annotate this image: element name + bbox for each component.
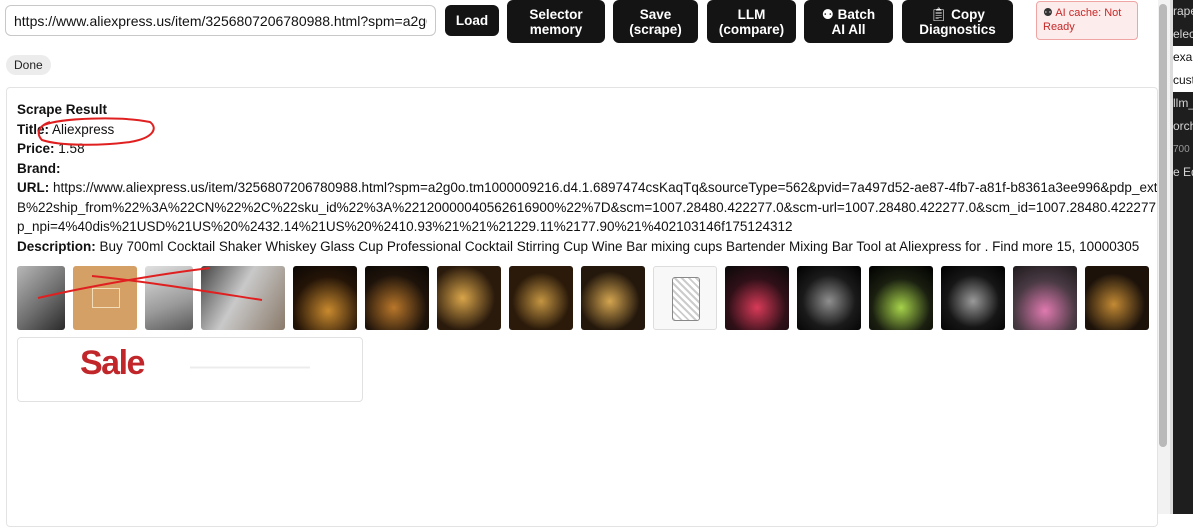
price-value: 1.58 <box>58 141 85 156</box>
batch-ai-all-button[interactable]: ⚉ Batch AI All <box>804 0 893 43</box>
product-thumbnail[interactable] <box>653 266 717 330</box>
side-panel-line: llm_a <box>1173 96 1193 110</box>
side-panel-line: orch <box>1173 119 1193 133</box>
batch-label-1: ⚉ Batch <box>822 7 875 22</box>
product-thumbnail[interactable] <box>725 266 789 330</box>
description-row: Description: Buy 700ml Cocktail Shaker W… <box>17 237 1157 257</box>
batch-label-2: AI All <box>831 21 866 37</box>
side-panel-line: custo <box>1173 69 1193 92</box>
url-input[interactable] <box>5 5 436 36</box>
sale-text: Sale <box>80 344 145 382</box>
product-thumbnail[interactable] <box>365 266 429 330</box>
description-label: Description: <box>17 238 96 254</box>
side-panel-line: elect <box>1173 27 1193 41</box>
selector-memory-label-1: Selector <box>529 6 583 22</box>
product-thumbnail[interactable] <box>201 266 285 330</box>
ai-cache-text: AI cache: Not Ready <box>1043 7 1122 33</box>
robot-icon: ⚉ <box>1043 7 1053 19</box>
description-value: Buy 700ml Cocktail Shaker Whiskey Glass … <box>99 238 1140 254</box>
side-panel-line: e Ed <box>1173 165 1193 179</box>
price-row: Price: 1.58 <box>17 139 1157 159</box>
selector-memory-label-2: memory <box>529 21 583 37</box>
product-thumbnail[interactable] <box>293 266 357 330</box>
clipboard-icon: 📋︎ <box>930 6 948 22</box>
title-label: Title: <box>17 121 50 137</box>
product-thumbnail[interactable] <box>73 266 137 330</box>
robot-icon: ⚉ <box>821 6 834 22</box>
product-thumbnail[interactable] <box>437 266 501 330</box>
product-thumbnail[interactable] <box>797 266 861 330</box>
llm-label-2: (compare) <box>718 21 785 37</box>
side-panel: rape elect exa custo llm_a orch 700 e Ed <box>1173 0 1193 514</box>
side-panel-line: 700 <box>1173 144 1190 155</box>
status-badge: Done <box>6 55 51 75</box>
product-thumbnail[interactable] <box>17 266 65 330</box>
url-label: URL: <box>17 180 50 195</box>
load-button-label: Load <box>455 13 489 28</box>
product-thumbnail[interactable] <box>941 266 1005 330</box>
scrape-result-panel: Scrape Result Title: Aliexpress Price: 1… <box>6 87 1158 527</box>
brand-row: Brand: <box>17 159 1157 179</box>
save-scrape-button[interactable]: Save (scrape) <box>613 0 698 43</box>
save-label-1: Save <box>639 6 672 22</box>
title-value: Aliexpress <box>52 121 115 137</box>
copy-diagnostics-button[interactable]: 📋︎ Copy Diagnostics <box>902 0 1013 43</box>
product-thumbnail[interactable] <box>1013 266 1077 330</box>
side-panel-line: rape <box>1173 4 1193 18</box>
brand-label: Brand: <box>17 160 61 176</box>
copy-label-text-1: Copy <box>951 6 985 22</box>
price-label: Price: <box>17 141 55 156</box>
title-row: Title: Aliexpress <box>17 120 1157 140</box>
url-value: https://www.aliexpress.us/item/325680720… <box>17 180 1158 234</box>
copy-label-2: Diagnostics <box>919 21 996 37</box>
url-row: URL: https://www.aliexpress.us/item/3256… <box>17 178 1158 237</box>
product-thumbnail[interactable] <box>581 266 645 330</box>
product-thumbnail[interactable] <box>509 266 573 330</box>
load-button[interactable]: Load <box>445 5 499 36</box>
copy-label-1: 📋︎ Copy <box>919 7 996 22</box>
product-thumbnail[interactable] <box>869 266 933 330</box>
scrollbar-thumb[interactable] <box>1159 4 1167 447</box>
sale-banner[interactable]: —————— Sale <box>17 337 363 402</box>
llm-label-1: LLM <box>737 6 766 22</box>
selector-memory-button[interactable]: Selector memory <box>507 0 605 43</box>
save-label-2: (scrape) <box>629 21 682 37</box>
ai-cache-status: ⚉ AI cache: Not Ready <box>1036 1 1138 40</box>
llm-compare-button[interactable]: LLM (compare) <box>707 0 796 43</box>
scrape-result-heading: Scrape Result <box>17 102 108 117</box>
side-panel-line: exa <box>1173 46 1193 69</box>
sale-banner-faded-text: —————— <box>190 356 310 378</box>
product-thumbnail[interactable] <box>1085 266 1149 330</box>
batch-label-text-1: Batch <box>837 6 876 22</box>
product-thumbnail[interactable] <box>145 266 193 330</box>
